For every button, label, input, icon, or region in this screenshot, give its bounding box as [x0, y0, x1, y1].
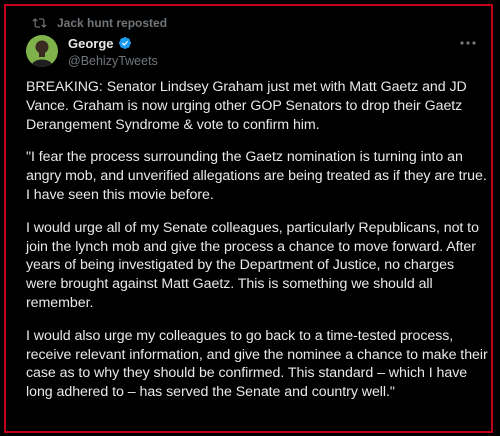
tweet-paragraph: BREAKING: Senator Lindsey Graham just me… [26, 79, 467, 133]
tweet-paragraph: "I fear the process surrounding the Gaet… [26, 149, 487, 203]
more-options-icon[interactable] [459, 36, 477, 48]
verified-badge-icon [118, 36, 132, 50]
tweet-paragraph: I would urge all of my Senate colleagues… [26, 219, 479, 311]
author-block: George @BehizyTweets [68, 35, 158, 69]
repost-label: Jack hunt reposted [57, 16, 168, 30]
avatar[interactable] [26, 35, 58, 67]
post-card: Jack hunt reposted George @BehizyTweets [4, 4, 493, 433]
tweet-text: BREAKING: Senator Lindsey Graham just me… [26, 78, 488, 402]
repost-icon [32, 16, 47, 30]
repost-indicator[interactable]: Jack hunt reposted [32, 15, 167, 31]
author-display-name[interactable]: George [68, 36, 114, 51]
author-handle[interactable]: @BehizyTweets [68, 54, 158, 69]
tweet-paragraph: I would also urge my colleagues to go ba… [26, 327, 488, 401]
